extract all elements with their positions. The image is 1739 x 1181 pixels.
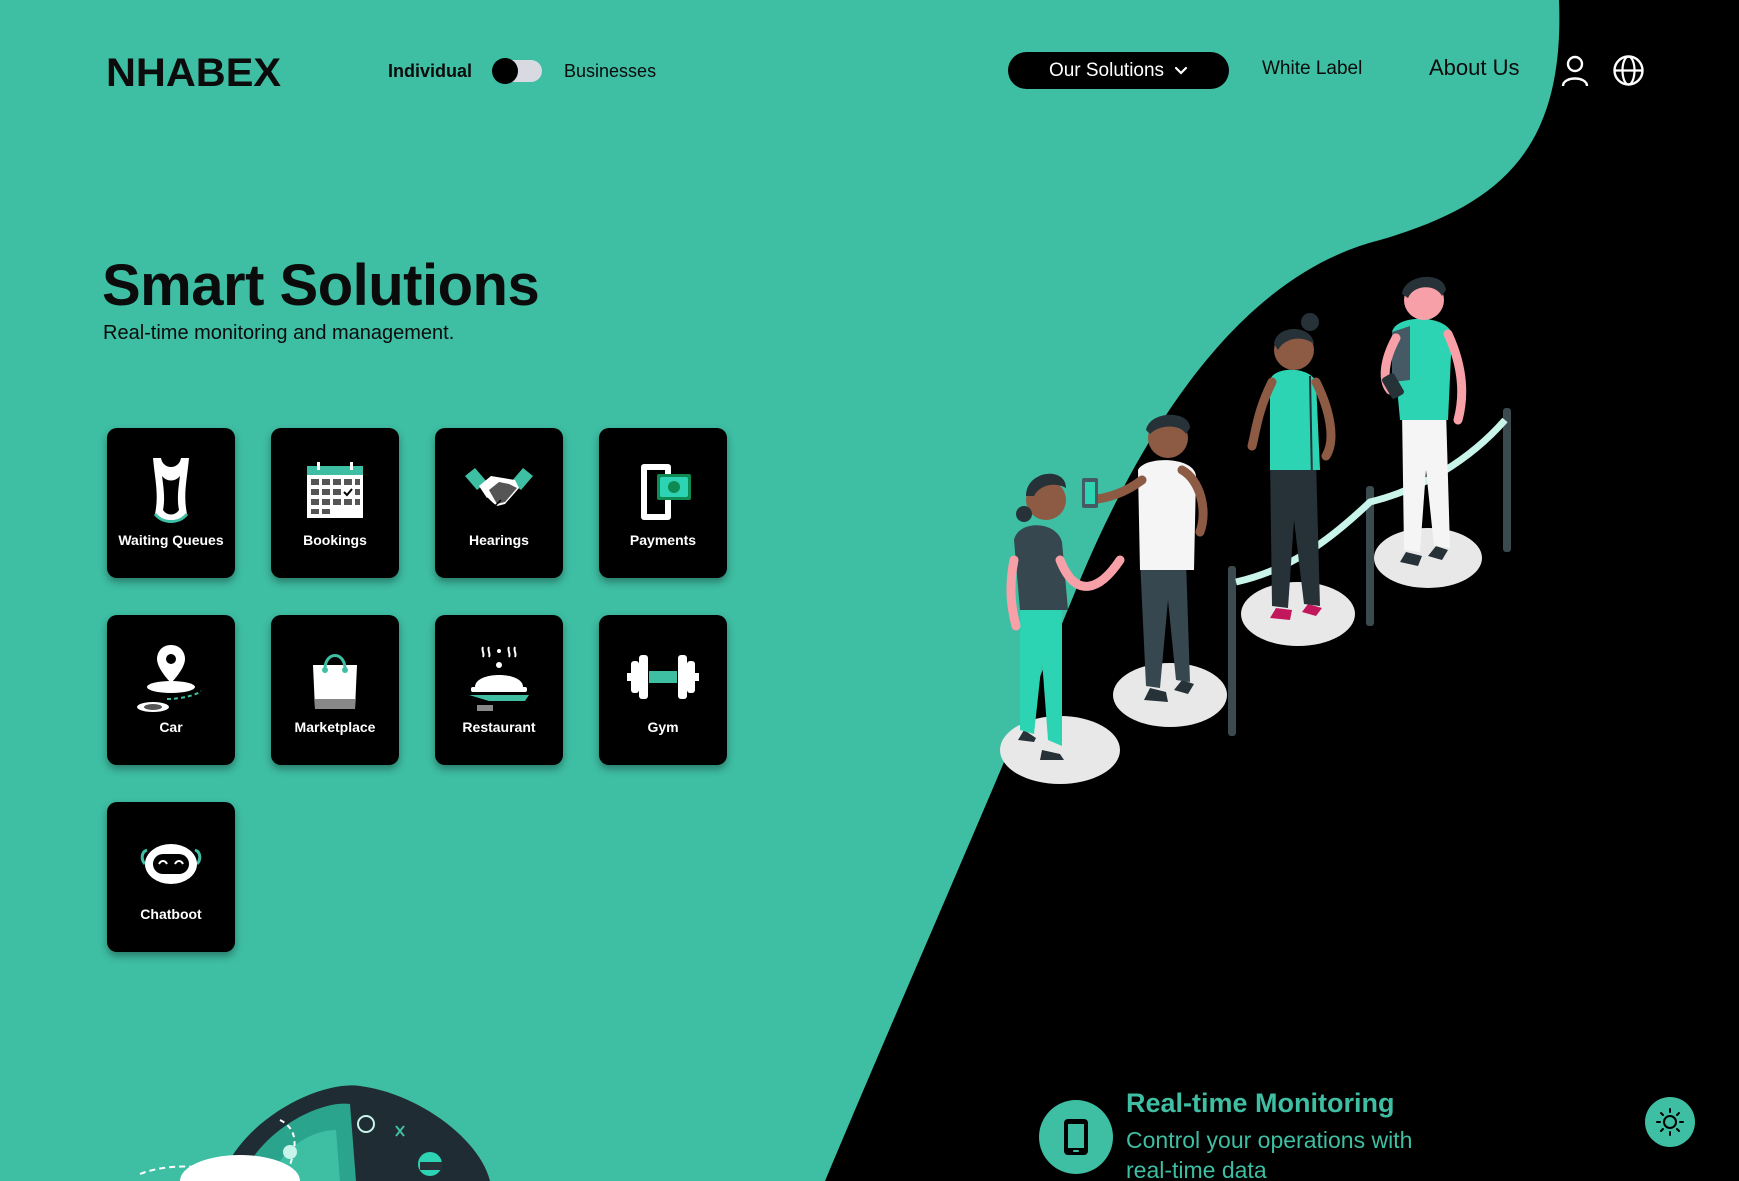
tile-label: Car: [159, 719, 183, 735]
theme-toggle-button[interactable]: [1645, 1097, 1695, 1147]
shopping-bag-icon: [313, 654, 357, 709]
feature-text: Control your operations with real-time d…: [1126, 1127, 1413, 1181]
svg-text:NHABEX: NHABEX: [106, 51, 281, 92]
page-subtitle: Real-time monitoring and management.: [103, 322, 455, 344]
decorative-globe: [139, 1085, 490, 1181]
tile-bookings[interactable]: Bookings: [271, 428, 399, 578]
feature-icon-circle: [1039, 1100, 1113, 1174]
tile-label: Hearings: [469, 532, 529, 548]
mode-switch: Individual Businesses: [388, 56, 656, 86]
tile-waiting-queues[interactable]: Waiting Queues: [107, 428, 235, 578]
tile-label: Gym: [647, 719, 679, 735]
tile-restaurant[interactable]: Restaurant: [435, 615, 563, 765]
tile-car[interactable]: Car: [107, 615, 235, 765]
our-solutions-label: Our Solutions: [1048, 59, 1165, 81]
dumbbell-icon: [627, 655, 699, 699]
tile-label: Waiting Queues: [118, 532, 224, 548]
tile-label: Marketplace: [294, 719, 376, 735]
mode-toggle[interactable]: [492, 58, 543, 84]
our-solutions-button[interactable]: Our Solutions: [1008, 52, 1229, 89]
tile-label: Bookings: [303, 532, 367, 548]
globe-icon[interactable]: [1612, 54, 1645, 87]
tile-marketplace[interactable]: Marketplace: [271, 615, 399, 765]
toggle-knob: [492, 58, 519, 84]
cloche-icon: [469, 646, 529, 711]
about-us-link[interactable]: About Us: [1429, 55, 1520, 81]
tile-hearings[interactable]: Hearings: [435, 428, 563, 578]
user-icon[interactable]: [1560, 54, 1590, 88]
page-title: Smart Solutions: [102, 253, 540, 318]
white-label-link[interactable]: White Label: [1262, 58, 1362, 80]
calendar-icon: [307, 462, 363, 518]
handshake-icon: [465, 468, 533, 508]
tile-label: Chatboot: [140, 906, 202, 922]
smartphone-icon: [1064, 1119, 1088, 1155]
nhabex-logo[interactable]: NHABEX: [106, 50, 281, 92]
tile-gym[interactable]: Gym: [599, 615, 727, 765]
tile-chatboot[interactable]: Chatboot: [107, 802, 235, 952]
tile-label: Restaurant: [462, 719, 536, 735]
feature-title: Real-time Monitoring: [1126, 1088, 1395, 1118]
mode-businesses-label[interactable]: Businesses: [564, 61, 656, 82]
robot-icon: [140, 844, 202, 884]
queue-icon: [153, 458, 189, 523]
chevron-down-icon: [1174, 66, 1188, 75]
wallet-icon: [641, 464, 691, 520]
location-pin-icon: [137, 645, 202, 712]
mode-individual-label[interactable]: Individual: [388, 61, 472, 82]
sun-icon: [1656, 1108, 1684, 1136]
tile-payments[interactable]: Payments: [599, 428, 727, 578]
queue-illustration: [1000, 276, 1511, 784]
tile-label: Payments: [629, 532, 697, 548]
